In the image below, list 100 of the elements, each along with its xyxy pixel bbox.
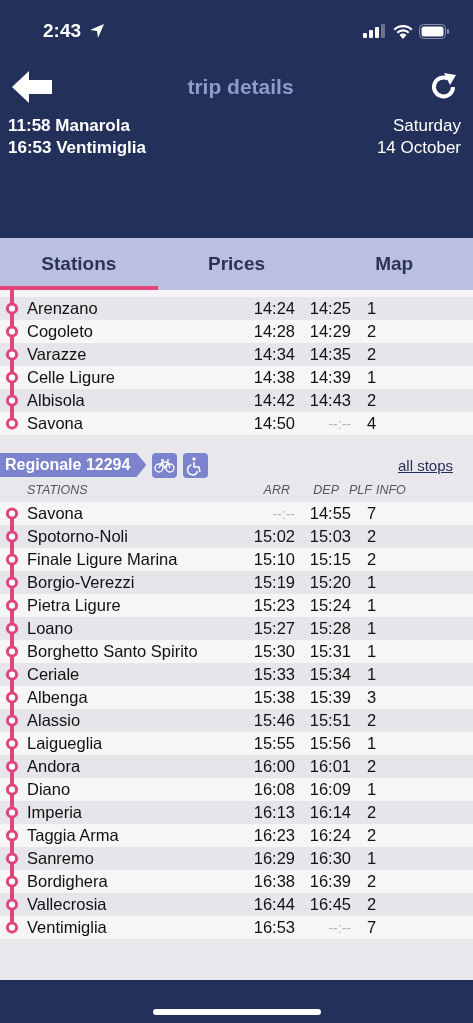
screen-title: trip details xyxy=(187,75,294,99)
arrival-time: 16:44 xyxy=(252,895,295,914)
station-name: Sanremo xyxy=(27,849,95,868)
platform-number: 1 xyxy=(367,368,377,387)
station-name: Ventimiglia xyxy=(27,918,108,937)
departure-time: 16:09 xyxy=(308,780,351,799)
platform-number: 2 xyxy=(367,826,377,845)
departure-time: 14:29 xyxy=(308,322,351,341)
platform-number: 3 xyxy=(367,688,377,707)
arrival-time: 14:34 xyxy=(252,345,295,364)
platform-number: 1 xyxy=(367,642,377,661)
departure-time: 15:03 xyxy=(308,527,351,546)
stop-marker-icon xyxy=(5,389,19,412)
location-arrow-icon xyxy=(89,23,106,39)
arrival-time: 14:42 xyxy=(252,391,295,410)
departure-time: 16:24 xyxy=(308,826,351,845)
arrival-time: 15:27 xyxy=(252,619,295,638)
arrival-time: 15:46 xyxy=(252,711,295,730)
departure-time: 15:31 xyxy=(308,642,351,661)
departure-time: 14:25 xyxy=(308,299,351,318)
platform-number: 2 xyxy=(367,391,377,410)
weekday: Saturday xyxy=(392,115,461,137)
stop-marker-icon xyxy=(5,847,19,870)
departure-time: 16:39 xyxy=(308,872,351,891)
arrival-time: 14:50 xyxy=(252,414,295,433)
platform-number: 4 xyxy=(367,414,377,433)
arrival-time: 15:10 xyxy=(252,550,295,569)
station-name: Ceriale xyxy=(27,665,81,684)
platform-number: 2 xyxy=(367,757,377,776)
departure-time: 15:28 xyxy=(308,619,351,638)
platform-number: 2 xyxy=(367,550,377,569)
stop-marker-icon xyxy=(5,893,19,916)
platform-number: 1 xyxy=(367,780,377,799)
station-name: Varazze xyxy=(27,345,88,364)
departure-time: --:-- xyxy=(327,415,351,432)
arrival-time: 16:23 xyxy=(252,826,295,845)
arrival-time: 15:55 xyxy=(252,734,295,753)
stop-marker-icon xyxy=(5,525,19,548)
platform-number: 2 xyxy=(367,527,377,546)
platform-number: 1 xyxy=(367,299,377,318)
tab[interactable]: Prices xyxy=(157,238,316,290)
station-name: Borgio-Verezzi xyxy=(27,573,136,592)
departure-time: 15:39 xyxy=(308,688,351,707)
platform-number: 1 xyxy=(367,665,377,684)
platform-number: 1 xyxy=(367,849,377,868)
platform-number: 2 xyxy=(367,872,377,891)
arrival-time: 15:23 xyxy=(252,596,295,615)
platform-number: 1 xyxy=(367,596,377,615)
departure-time: 14:43 xyxy=(308,391,351,410)
platform-number: 2 xyxy=(367,322,377,341)
arrival-time: 15:30 xyxy=(252,642,295,661)
platform-number: 1 xyxy=(367,573,377,592)
arrival-time: 14:24 xyxy=(252,299,295,318)
arrival-time: 14:28 xyxy=(252,322,295,341)
station-name: Albisola xyxy=(27,391,86,410)
station-name: Imperia xyxy=(27,803,84,822)
arrival-time: 16:29 xyxy=(252,849,295,868)
arrival-time: 16:08 xyxy=(252,780,295,799)
arrival-time: 16:38 xyxy=(252,872,295,891)
stop-marker-icon xyxy=(5,343,19,366)
platform-number: 7 xyxy=(367,504,377,523)
departure-time: --:-- xyxy=(327,919,351,936)
departure-time: 16:30 xyxy=(308,849,351,868)
arrival-time: --:-- xyxy=(271,505,295,522)
departure-time: 14:55 xyxy=(308,504,351,523)
station-name: Pietra Ligure xyxy=(27,596,122,615)
station-name: Arenzano xyxy=(27,299,99,318)
column-header: INFO xyxy=(375,483,406,497)
arrival-time: 16:00 xyxy=(252,757,295,776)
trip-date: 14 October xyxy=(376,137,461,159)
station-name: Albenga xyxy=(27,688,89,707)
stop-marker-icon xyxy=(5,571,19,594)
station-name: Celle Ligure xyxy=(27,368,117,387)
back-button[interactable] xyxy=(12,71,52,103)
tab[interactable]: Map xyxy=(315,238,473,290)
arrival-time: 15:19 xyxy=(252,573,295,592)
departure-time: 14:39 xyxy=(308,368,351,387)
station-name: Savona xyxy=(27,504,84,523)
station-name: Bordighera xyxy=(27,872,109,891)
platform-number: 7 xyxy=(367,918,377,937)
station-name: Diano xyxy=(27,780,72,799)
column-header: PLF xyxy=(349,483,372,497)
departure-time: 15:20 xyxy=(308,573,351,592)
departure-time: 14:35 xyxy=(308,345,351,364)
station-name: Alassio xyxy=(27,711,82,730)
stop-marker-icon xyxy=(5,801,19,824)
column-header: DEP xyxy=(312,483,339,497)
station-name: Loano xyxy=(27,619,74,638)
platform-number: 1 xyxy=(367,619,377,638)
wifi-icon xyxy=(393,23,413,39)
departure-time: 15:24 xyxy=(308,596,351,615)
clock-time: 2:43 xyxy=(43,20,82,42)
all-stops-link[interactable]: all stops xyxy=(397,456,453,474)
arrival-info: 16:53 Ventimiglia xyxy=(8,137,146,159)
platform-number: 2 xyxy=(367,895,377,914)
arrival-time: 15:38 xyxy=(252,688,295,707)
arrival-time: 16:13 xyxy=(252,803,295,822)
station-name: Spotorno-Noli xyxy=(27,527,129,546)
departure-info: 11:58 Manarola xyxy=(8,115,130,137)
platform-number: 2 xyxy=(367,803,377,822)
